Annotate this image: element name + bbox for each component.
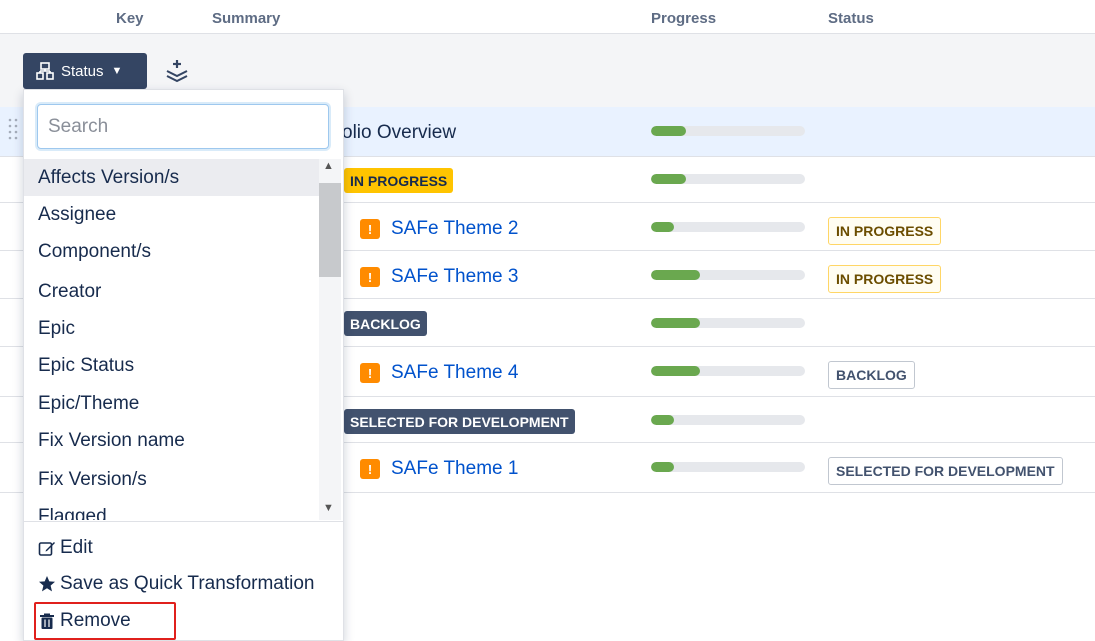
field-option[interactable]: Component/s — [24, 233, 319, 270]
field-option[interactable]: Epic Status — [24, 347, 319, 384]
field-option[interactable]: Epic — [24, 310, 319, 347]
edit-button[interactable]: Edit — [38, 534, 93, 562]
save-quick-transformation-label: Save as Quick Transformation — [60, 573, 315, 594]
issue-link[interactable]: SAFe Theme 1 — [391, 458, 518, 480]
field-option[interactable]: Affects Version/s — [24, 159, 319, 196]
remove-highlight-box — [34, 602, 176, 640]
layers-add-icon[interactable] — [164, 58, 190, 84]
group-by-dropdown: Affects Version/s Assignee Component/s C… — [23, 89, 344, 641]
field-option[interactable]: Assignee — [24, 196, 319, 233]
drag-handle-icon[interactable] — [8, 117, 18, 143]
scroll-up-icon[interactable]: ▲ — [323, 160, 334, 172]
progress-bar — [651, 462, 805, 472]
progress-fill — [651, 415, 675, 425]
column-header-summary[interactable]: Summary — [212, 10, 280, 27]
group-lozenge: BACKLOG — [344, 311, 427, 336]
progress-fill — [651, 222, 675, 232]
idea-icon: ! — [360, 267, 380, 287]
field-options-list: Affects Version/s Assignee Component/s C… — [24, 159, 343, 520]
field-option[interactable]: Flagged — [24, 498, 319, 521]
progress-fill — [651, 318, 701, 328]
progress-bar — [651, 366, 805, 376]
caret-down-icon: ▼ — [111, 65, 123, 77]
group-by-label: Status — [61, 62, 104, 80]
progress-bar — [651, 174, 805, 184]
column-header-key[interactable]: Key — [116, 10, 144, 27]
scroll-down-icon[interactable]: ▼ — [323, 502, 334, 514]
progress-fill — [651, 366, 701, 376]
column-header-status[interactable]: Status — [828, 10, 874, 27]
idea-icon: ! — [360, 363, 380, 383]
divider — [24, 521, 343, 522]
progress-fill — [651, 270, 701, 280]
table-header: Key Summary Progress Status — [0, 0, 1095, 34]
field-option[interactable]: Fix Version/s — [24, 461, 319, 498]
progress-fill — [651, 462, 675, 472]
issue-link[interactable]: SAFe Theme 3 — [391, 266, 518, 288]
column-header-progress[interactable]: Progress — [651, 10, 716, 27]
field-option[interactable]: Epic/Theme — [24, 385, 319, 422]
edit-icon — [38, 542, 55, 556]
progress-bar — [651, 126, 805, 136]
status-badge: BACKLOG — [828, 361, 915, 389]
group-lozenge: IN PROGRESS — [344, 168, 454, 193]
progress-fill — [651, 126, 687, 136]
field-option[interactable]: Creator — [24, 273, 319, 310]
progress-bar — [651, 415, 805, 425]
summary-cell: olio Overview — [342, 122, 457, 143]
hierarchy-icon — [36, 62, 54, 80]
search-input[interactable] — [37, 104, 329, 149]
idea-icon: ! — [360, 219, 380, 239]
status-badge: IN PROGRESS — [828, 217, 942, 245]
group-lozenge: SELECTED FOR DEVELOPMENT — [344, 409, 575, 434]
progress-bar — [651, 318, 805, 328]
progress-fill — [651, 174, 687, 184]
status-badge: SELECTED FOR DEVELOPMENT — [828, 457, 1063, 485]
star-icon — [39, 576, 55, 592]
scrollbar-thumb[interactable] — [319, 183, 341, 277]
progress-bar — [651, 222, 805, 232]
field-option[interactable]: Fix Version name — [24, 422, 319, 459]
edit-label: Edit — [60, 537, 93, 558]
status-badge: IN PROGRESS — [828, 265, 942, 293]
issue-link[interactable]: SAFe Theme 4 — [391, 362, 518, 384]
idea-icon: ! — [360, 459, 380, 479]
issue-link[interactable]: SAFe Theme 2 — [391, 218, 518, 240]
group-by-status-button[interactable]: Status ▼ — [23, 53, 147, 89]
save-quick-transformation-button[interactable]: Save as Quick Transformation — [38, 570, 315, 598]
progress-bar — [651, 270, 805, 280]
